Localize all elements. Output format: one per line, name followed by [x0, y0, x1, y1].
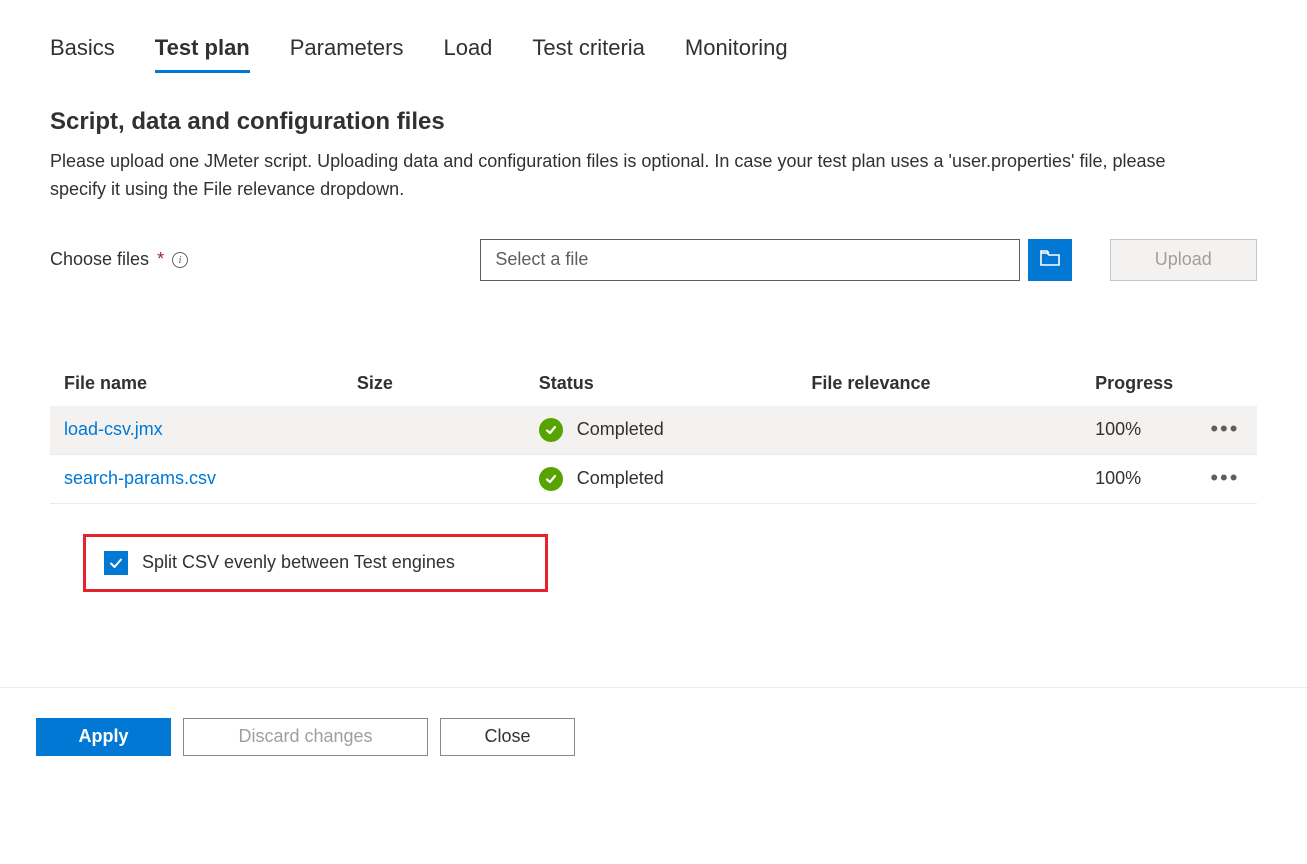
tab-basics[interactable]: Basics	[50, 35, 115, 73]
tabs-bar: Basics Test plan Parameters Load Test cr…	[0, 0, 1307, 73]
col-header-file-relevance[interactable]: File relevance	[797, 361, 1065, 406]
info-icon[interactable]: i	[172, 252, 188, 268]
progress-cell: 100%	[1065, 406, 1196, 455]
file-link[interactable]: load-csv.jmx	[64, 419, 163, 439]
check-circle-icon	[539, 418, 563, 442]
tab-load[interactable]: Load	[443, 35, 492, 73]
col-header-actions	[1196, 361, 1257, 406]
file-select-input[interactable]	[480, 239, 1020, 281]
choose-files-label: Choose files * i	[50, 249, 472, 270]
col-header-status[interactable]: Status	[525, 361, 798, 406]
section-title: Script, data and configuration files	[50, 108, 1257, 136]
table-row: search-params.csv Completed 100% •••	[50, 454, 1257, 503]
folder-icon	[1040, 249, 1060, 270]
check-circle-icon	[539, 467, 563, 491]
status-text: Completed	[577, 419, 664, 440]
upload-button: Upload	[1110, 239, 1257, 281]
table-row: load-csv.jmx Completed 100% •••	[50, 406, 1257, 455]
status-text: Completed	[577, 468, 664, 489]
file-link[interactable]: search-params.csv	[64, 468, 216, 488]
file-relevance-cell	[797, 406, 1065, 455]
choose-files-label-text: Choose files	[50, 249, 149, 270]
col-header-filename[interactable]: File name	[50, 361, 343, 406]
browse-button[interactable]	[1028, 239, 1071, 281]
col-header-size[interactable]: Size	[343, 361, 525, 406]
file-relevance-cell	[797, 454, 1065, 503]
split-csv-checkbox[interactable]	[104, 551, 128, 575]
choose-files-row: Choose files * i Upload	[50, 239, 1257, 281]
discard-changes-button: Discard changes	[183, 718, 428, 756]
more-actions-button[interactable]: •••	[1210, 416, 1239, 441]
tab-test-plan[interactable]: Test plan	[155, 35, 250, 73]
required-asterisk: *	[157, 249, 164, 270]
status-cell: Completed	[539, 467, 664, 491]
tab-monitoring[interactable]: Monitoring	[685, 35, 788, 73]
section-description: Please upload one JMeter script. Uploadi…	[50, 148, 1220, 204]
table-header-row: File name Size Status File relevance Pro…	[50, 361, 1257, 406]
status-cell: Completed	[539, 418, 664, 442]
file-size	[343, 406, 525, 455]
apply-button[interactable]: Apply	[36, 718, 171, 756]
footer-actions: Apply Discard changes Close	[0, 688, 1307, 786]
close-button[interactable]: Close	[440, 718, 575, 756]
more-actions-button[interactable]: •••	[1210, 465, 1239, 490]
tab-test-criteria[interactable]: Test criteria	[532, 35, 644, 73]
split-csv-label: Split CSV evenly between Test engines	[142, 552, 455, 573]
file-size	[343, 454, 525, 503]
col-header-progress[interactable]: Progress	[1065, 361, 1196, 406]
tab-parameters[interactable]: Parameters	[290, 35, 404, 73]
progress-cell: 100%	[1065, 454, 1196, 503]
split-csv-highlight: Split CSV evenly between Test engines	[83, 534, 548, 592]
files-table: File name Size Status File relevance Pro…	[50, 361, 1257, 504]
